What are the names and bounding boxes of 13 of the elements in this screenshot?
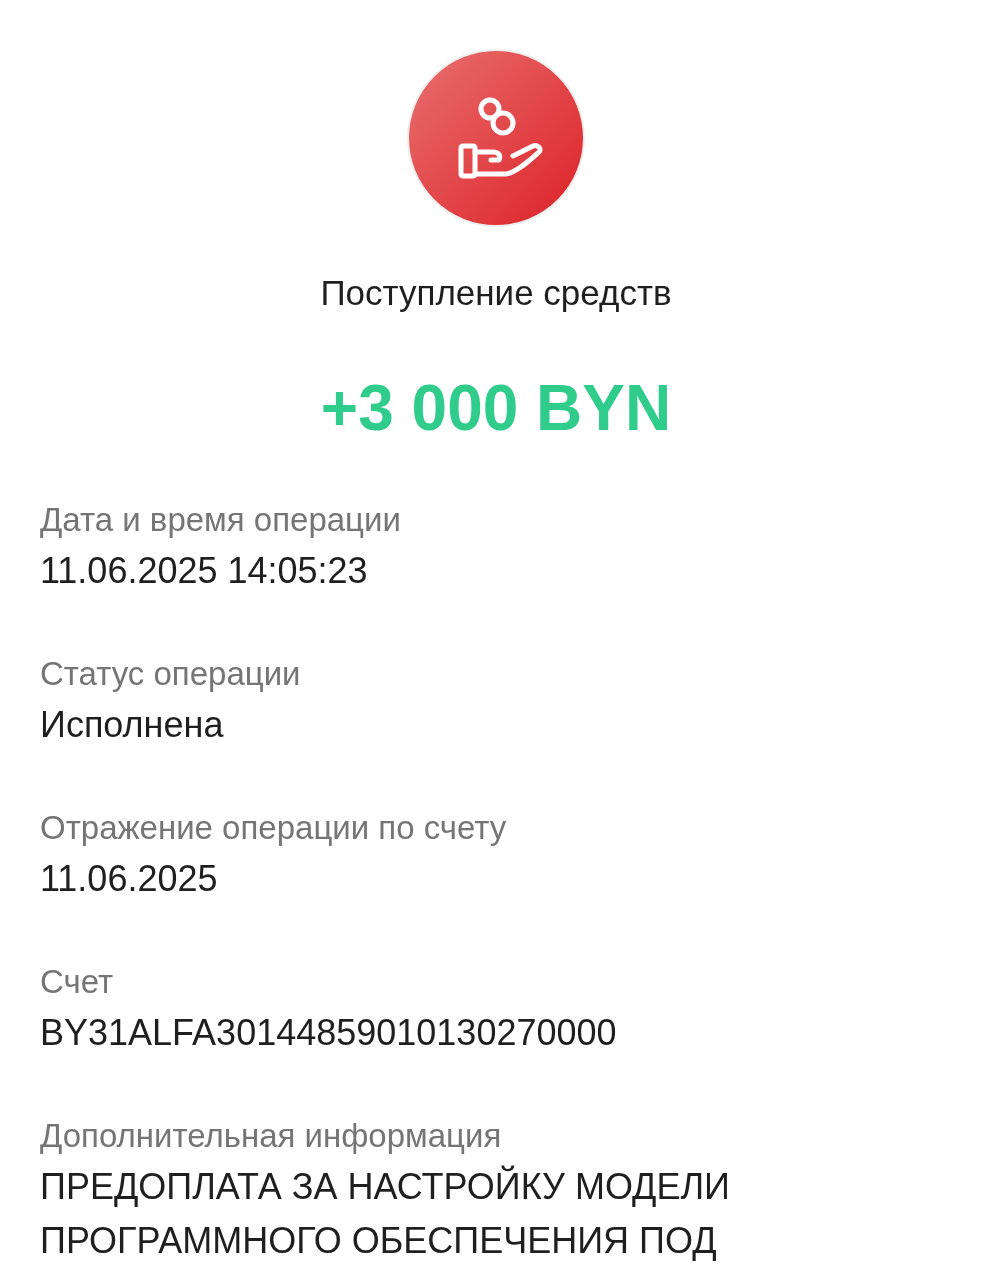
field-value: 11.06.2025 14:05:23 [40, 549, 369, 593]
field-label: Дата и время операции [40, 500, 402, 540]
field-label: Счет [40, 962, 115, 1002]
operation-title: Поступление средств [320, 272, 672, 314]
field-value: 11.06.2025 [40, 857, 219, 901]
field-label: Статус операции [40, 654, 302, 694]
field-value: Исполнена [40, 703, 225, 747]
operation-amount: +3 000 BYN [320, 371, 672, 446]
field-value: BY31ALFA30144859010130270000 [40, 1011, 618, 1055]
hand-with-coins-icon [406, 48, 586, 228]
field-label: Дополнительная информация [40, 1116, 503, 1156]
field-label: Отражение операции по счету [40, 808, 508, 848]
field-value: ПРЕДОПЛАТА ЗА НАСТРОЙКУ МОДЕЛИ ПРОГРАММНОГО ОБЕСПЕЧЕНИЯ ПОД [40, 1164, 731, 1263]
